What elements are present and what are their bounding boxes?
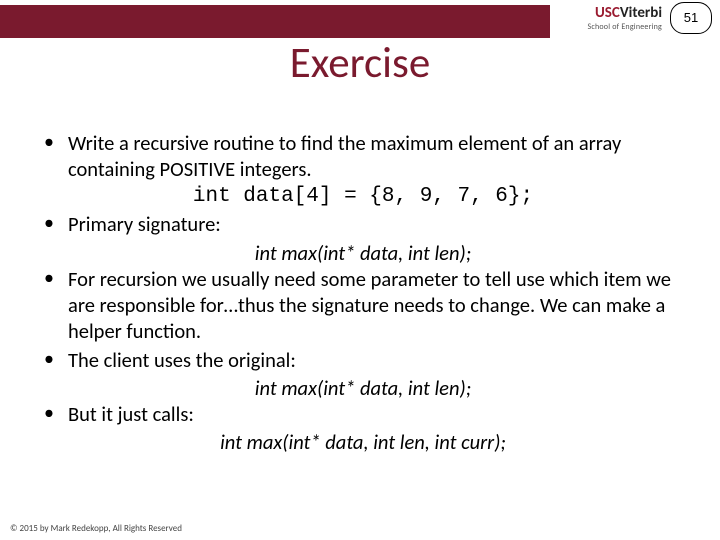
signature-3: int max(int* data, int len, int curr); — [38, 429, 688, 455]
logo-usc: USC — [595, 4, 620, 22]
bullet-1: Write a recursive routine to find the ma… — [38, 130, 688, 182]
signature-2: int max(int* data, int len); — [38, 375, 688, 401]
bullet-2: Primary signature: — [38, 211, 688, 237]
logo: USCViterbi School of Engineering — [550, 6, 662, 31]
slide-title: Exercise — [0, 36, 720, 89]
copyright-footer: © 2015 by Mark Redekopp, All Rights Rese… — [10, 523, 182, 534]
bullet-5: But it just calls: — [38, 401, 688, 427]
slide-body: Write a recursive routine to find the ma… — [38, 130, 688, 455]
header-bar — [0, 5, 550, 38]
signature-1: int max(int* data, int len); — [38, 240, 688, 266]
code-line-1: int data[4] = {8, 9, 7, 6}; — [38, 184, 688, 211]
bullet-3: For recursion we usually need some param… — [38, 266, 688, 345]
slide: 51 USCViterbi School of Engineering Exer… — [0, 0, 720, 540]
logo-text: USCViterbi — [550, 6, 662, 21]
page-number: 51 — [670, 2, 712, 34]
logo-viterbi: Viterbi — [620, 4, 662, 22]
bullet-4: The client uses the original: — [38, 347, 688, 373]
logo-subtitle: School of Engineering — [550, 23, 662, 31]
